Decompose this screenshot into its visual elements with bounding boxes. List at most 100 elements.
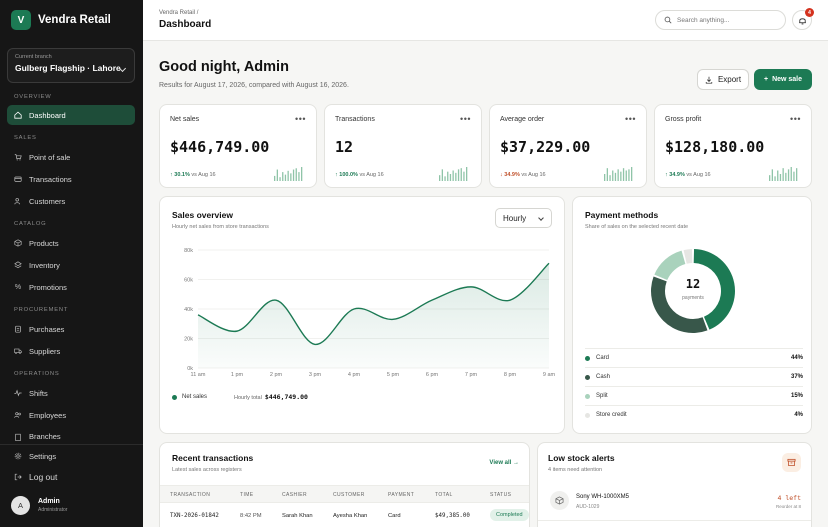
kpi-delta-pct: 30.1% [174,172,190,178]
notifications-button[interactable]: 4 [792,8,814,30]
sidebar-item-label: Purchases [29,324,65,334]
logout-button[interactable]: Log out [7,467,135,487]
kpi-card-net-sales: Net sales ••• $446,749.00 ↑ 30.1% vs Aug… [159,104,317,188]
export-button[interactable]: Export [697,69,749,90]
panel-title: Low stock alerts [548,453,615,463]
spark-bar [609,175,611,181]
legend-dot [172,394,177,400]
spark-bar [298,172,300,181]
kpi-delta: ↑ 34.9% vs Aug 16 [665,172,711,178]
sidebar-item-point-of-sale[interactable]: Point of sale [7,147,135,167]
txn-id: TXN-2026-01842 [170,513,219,519]
x-tick-label: 1 pm [231,372,244,378]
txn-customer: Ayesha Khan [333,513,368,519]
sidebar-item-label: Inventory [29,260,60,270]
sidebar-item-suppliers[interactable]: Suppliers [7,341,135,361]
sidebar-item-customers[interactable]: Customers [7,191,135,211]
payment-donut [651,249,735,333]
column-header[interactable]: PAYMENT [388,492,414,498]
spark-bar [455,172,457,181]
spark-bar [279,177,281,181]
greeting-title: Good night, Admin [159,59,289,75]
more-options-icon[interactable]: ••• [625,114,636,124]
sidebar: V Vendra Retail Current branch Gulberg F… [0,0,143,527]
search-icon [664,16,672,24]
payment-pct: 4% [794,412,803,418]
stock-item-reorder: Reorder at 8 [775,504,801,509]
chevron-down-icon [538,215,544,221]
logout-label: Log out [29,472,58,482]
sidebar-item-employees[interactable]: Employees [7,405,135,425]
spark-bar [793,171,795,181]
sidebar-item-products[interactable]: Products [7,233,135,253]
sidebar-item-label: Dashboard [29,110,66,120]
spark-bar [612,170,614,181]
spark-bar [617,169,619,181]
spark-bar [779,174,782,181]
sidebar-item-settings[interactable]: Settings [7,446,135,466]
legend-dot [585,374,590,380]
kpi-value: $446,749.00 [170,138,270,156]
sidebar-item-transactions[interactable]: Transactions [7,169,135,189]
kpi-card-gross-profit: Gross profit ••• $128,180.00 ↑ 34.9% vs … [654,104,812,188]
new-sale-button[interactable]: + New sale [754,69,812,90]
column-header[interactable]: TOTAL [435,492,453,498]
column-header[interactable]: STATUS [490,492,511,498]
range-select-value: Hourly [503,213,527,223]
view-all-link[interactable]: View all → [489,460,519,466]
spark-bar [292,169,295,181]
legend-label: Net sales [182,394,208,400]
spark-bar [604,174,606,181]
kpi-label: Transactions [335,116,375,123]
archive-button[interactable] [782,453,801,472]
more-options-icon[interactable]: ••• [295,114,306,124]
stock-item-sku: AUD-1029 [576,504,600,510]
user-role: Administrator [38,507,68,513]
spark-bar [284,174,287,181]
sidebar-item-dashboard[interactable]: Dashboard [7,105,135,125]
kpi-card-transactions: Transactions ••• 12 ↑ 100.0% vs Aug 16 [324,104,482,188]
sidebar-item-shifts[interactable]: Shifts [7,383,135,403]
search-box[interactable] [655,10,786,30]
stock-item-left: 4 left [777,494,801,502]
x-tick-label: 11 am [191,372,206,378]
search-input[interactable] [677,16,777,24]
user-profile[interactable]: A Admin Administrator [11,496,67,515]
notification-badge: 4 [805,8,814,17]
truck-icon [14,347,22,355]
branch-label: Current branch [15,54,52,60]
spark-bar [774,176,776,181]
column-header[interactable]: TRANSACTION [170,492,210,498]
more-options-icon[interactable]: ••• [460,114,471,124]
pulse-icon [14,389,22,397]
kpi-compare: vs Aug 16 [521,172,546,178]
payment-row-store-credit: Store credit 4% [585,405,803,424]
spark-bar [606,168,608,181]
spark-bar [614,172,617,181]
sidebar-item-inventory[interactable]: Inventory [7,255,135,275]
range-select[interactable]: Hourly [495,208,552,228]
payment-label: Split [596,393,608,399]
column-header[interactable]: CUSTOMER [333,492,365,498]
more-options-icon[interactable]: ••• [790,114,801,124]
column-header[interactable]: CASHIER [282,492,307,498]
column-header[interactable]: TIME [240,492,254,498]
breadcrumb[interactable]: Vendra Retail / [159,10,198,16]
spark-bar [287,170,289,181]
kpi-label: Average order [500,116,545,123]
payment-pct: 37% [790,374,803,380]
donut-slice [683,249,693,264]
sidebar-item-branches[interactable]: Branches [7,427,135,441]
hourly-total: Hourly total $446,749.00 [234,393,308,401]
brand[interactable]: V Vendra Retail [11,10,111,30]
kpi-compare: vs Aug 16 [191,172,216,178]
txn-cashier: Sarah Khan [282,513,313,519]
branch-selector[interactable]: Current branch Gulberg Flagship · Lahore [7,48,135,83]
kpi-delta: ↓ 34.9% vs Aug 16 [500,172,546,178]
sidebar-item-promotions[interactable]: % Promotions [7,277,135,297]
sidebar-item-purchases[interactable]: Purchases [7,319,135,339]
kpi-value: $128,180.00 [665,138,765,156]
spark-bar [622,168,625,181]
hourly-total-value: $446,749.00 [264,393,308,401]
sparkline [769,167,798,181]
